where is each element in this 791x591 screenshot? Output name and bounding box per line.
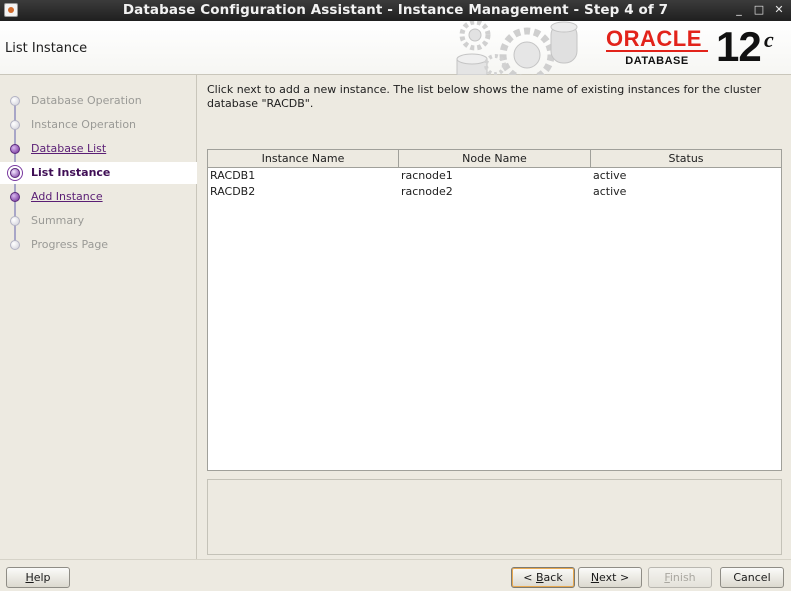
close-icon[interactable]: ✕ xyxy=(772,3,786,17)
window-title: Database Configuration Assistant - Insta… xyxy=(122,2,669,18)
node-name-cell: racnode1 xyxy=(401,169,453,182)
step-dot-icon xyxy=(10,144,20,154)
cancel-button-label: Cancel xyxy=(733,571,771,584)
table-row[interactable]: RACDB1 racnode1 active xyxy=(208,168,781,184)
button-bar-divider xyxy=(0,559,791,560)
version-number: 12 xyxy=(716,23,762,70)
back-button-label: ack xyxy=(543,571,563,584)
oracle-logo: ORACLE DATABASE xyxy=(606,28,708,67)
nav-item-summary: Summary xyxy=(0,210,197,232)
minimize-icon[interactable]: _ xyxy=(732,3,746,17)
step-dot-icon xyxy=(10,240,20,250)
instance-name-cell: RACDB2 xyxy=(210,185,256,198)
nav-item-label: Progress Page xyxy=(31,238,109,251)
step-navigation: Database Operation Instance Operation Da… xyxy=(0,75,197,559)
version-badge: 12 c xyxy=(716,23,774,70)
oracle-wordmark: ORACLE xyxy=(606,28,708,52)
nav-item-database-operation: Database Operation xyxy=(0,90,197,112)
nav-item-label: Instance Operation xyxy=(31,118,137,131)
finish-button: Finish xyxy=(648,567,712,588)
step-dot-icon xyxy=(10,96,20,106)
node-name-cell: racnode2 xyxy=(401,185,453,198)
nav-item-instance-operation: Instance Operation xyxy=(0,114,197,136)
nav-item-database-list[interactable]: Database List xyxy=(0,138,197,160)
nav-item-progress-page: Progress Page xyxy=(0,234,197,256)
header-banner: List Instance ORACLE DATABASE 12 c xyxy=(0,21,791,75)
finish-button-label: inish xyxy=(669,571,696,584)
instructions-text: Click next to add a new instance. The li… xyxy=(207,83,762,110)
next-button-label: ext > xyxy=(599,571,630,584)
maximize-icon[interactable]: □ xyxy=(752,3,766,17)
status-cell: active xyxy=(593,169,627,182)
table-header: Instance Name Node Name Status xyxy=(208,150,781,168)
page-title: List Instance xyxy=(5,41,88,56)
column-header-node-name[interactable]: Node Name xyxy=(399,150,591,168)
window-title-bar: Database Configuration Assistant - Insta… xyxy=(0,0,791,21)
instance-name-cell: RACDB1 xyxy=(210,169,256,182)
step-dot-icon xyxy=(10,120,20,130)
table-row[interactable]: RACDB2 racnode2 active xyxy=(208,184,781,200)
details-panel xyxy=(207,479,782,555)
back-button-mnemonic: B xyxy=(536,571,544,584)
column-header-instance-name[interactable]: Instance Name xyxy=(208,150,399,168)
current-step-icon xyxy=(10,168,20,178)
nav-item-label: Database Operation xyxy=(31,94,142,107)
nav-item-label: Summary xyxy=(31,214,85,227)
nav-item-add-instance[interactable]: Add Instance xyxy=(0,186,197,208)
back-button-prefix: < xyxy=(523,571,536,584)
help-button-label: elp xyxy=(33,571,51,584)
nav-item-list-instance: List Instance xyxy=(0,162,197,184)
step-dot-icon xyxy=(10,216,20,226)
instance-table[interactable]: Instance Name Node Name Status RACDB1 ra… xyxy=(207,149,782,471)
version-suffix: c xyxy=(764,27,774,52)
help-button[interactable]: Help xyxy=(6,567,70,588)
next-button-mnemonic: N xyxy=(590,571,600,584)
step-dot-icon xyxy=(10,192,20,202)
nav-item-label[interactable]: Database List xyxy=(31,142,106,155)
oracle-database-label: DATABASE xyxy=(625,55,689,67)
status-cell: active xyxy=(593,185,627,198)
nav-item-label: List Instance xyxy=(31,166,111,179)
help-button-mnemonic: H xyxy=(25,571,34,584)
cancel-button[interactable]: Cancel xyxy=(720,567,784,588)
column-header-status[interactable]: Status xyxy=(591,150,781,168)
next-button[interactable]: Next > xyxy=(578,567,642,588)
back-button[interactable]: < Back xyxy=(511,567,575,588)
nav-item-label[interactable]: Add Instance xyxy=(31,190,103,203)
gears-graphic-icon xyxy=(456,21,578,75)
